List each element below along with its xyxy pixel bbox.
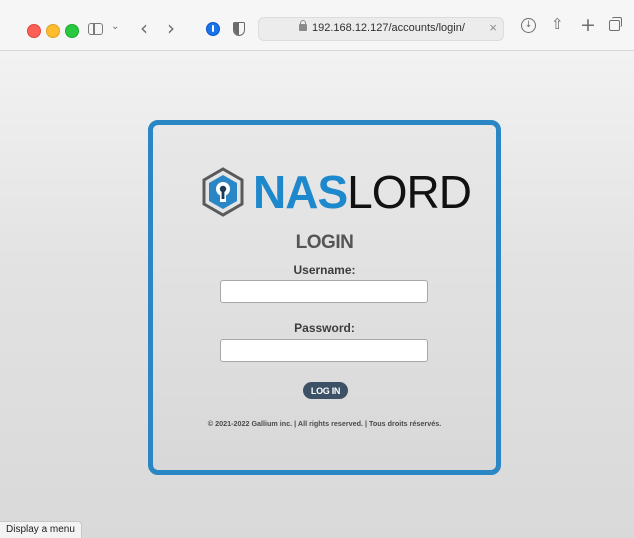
login-card: NASLORD LOGIN Username: Password: LOG IN… <box>148 120 501 475</box>
new-tab-icon[interactable]: + <box>580 14 596 36</box>
status-bar: Display a menu <box>0 521 82 538</box>
address-bar[interactable]: 192.168.12.127/accounts/login/ × <box>258 17 504 41</box>
back-icon[interactable]: ‹ <box>140 16 148 40</box>
tab-overview-icon[interactable] <box>609 17 622 31</box>
address-url[interactable]: 192.168.12.127/accounts/login/ <box>312 22 465 34</box>
password-manager-icon[interactable] <box>206 22 220 36</box>
keyhole-hexagon-icon <box>202 167 244 217</box>
browser-toolbar: ⌄ ‹ › 192.168.12.127/accounts/login/ × ↓… <box>0 0 634 51</box>
chevron-down-icon[interactable]: ⌄ <box>111 21 119 32</box>
logo-wordmark: NASLORD <box>253 166 472 218</box>
logo-wordmark-light: LORD <box>347 166 472 218</box>
password-input[interactable] <box>220 339 428 362</box>
forward-icon[interactable]: › <box>167 16 175 40</box>
username-input[interactable] <box>220 280 428 303</box>
copyright-text: © 2021-2022 Gallium inc. | All rights re… <box>207 419 442 428</box>
lock-icon <box>299 20 307 31</box>
clear-url-icon[interactable]: × <box>489 20 497 35</box>
password-label: Password: <box>294 321 355 335</box>
logo-wordmark-bold: NAS <box>253 166 348 218</box>
share-icon[interactable]: ⇧ <box>551 15 564 33</box>
privacy-shield-icon[interactable] <box>233 22 245 36</box>
username-label: Username: <box>293 263 356 277</box>
download-icon[interactable]: ↓ <box>521 18 536 33</box>
minimize-window-button[interactable] <box>46 24 60 38</box>
login-heading: LOGIN <box>295 232 354 253</box>
login-button[interactable]: LOG IN <box>303 382 348 399</box>
zoom-window-button[interactable] <box>65 24 79 38</box>
naslord-logo: NASLORD <box>198 162 472 222</box>
sidebar-toggle-icon[interactable] <box>88 23 103 35</box>
page-content: NASLORD LOGIN Username: Password: LOG IN… <box>0 51 634 538</box>
close-window-button[interactable] <box>27 24 41 38</box>
